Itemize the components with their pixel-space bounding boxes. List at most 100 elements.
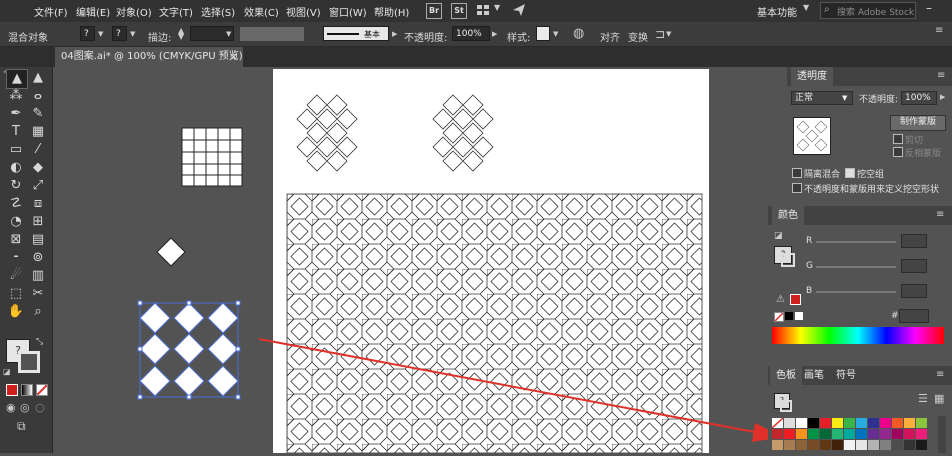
direct-selection-tool-icon[interactable]: ▲: [28, 69, 48, 87]
menu-effect[interactable]: 效果(C): [244, 4, 279, 19]
chevron-right-icon[interactable]: ▶: [940, 93, 945, 101]
opacity-field[interactable]: 100%: [452, 26, 490, 41]
menu-select[interactable]: 选择(S): [201, 4, 235, 19]
zoom-tool-icon[interactable]: ⌕: [28, 303, 48, 321]
rotate-tool-icon[interactable]: ↻: [6, 177, 26, 195]
clip-checkbox[interactable]: [893, 134, 903, 144]
menu-view[interactable]: 视图(V): [286, 4, 321, 19]
swatch[interactable]: [784, 418, 795, 428]
pattern-tile-left[interactable]: [296, 94, 358, 172]
brush-definition[interactable]: 基本: [323, 26, 389, 41]
swatch[interactable]: [820, 418, 831, 428]
paintbrush-icon[interactable]: ⁄: [28, 141, 48, 159]
document-tab[interactable]: 04图案.ai* @ 100% (CMYK/GPU 预览) ×: [55, 47, 243, 67]
workspace-switcher[interactable]: 基本功能: [757, 4, 797, 19]
bridge-button[interactable]: Br: [426, 3, 442, 19]
swatch[interactable]: [784, 440, 795, 450]
make-mask-button[interactable]: 制作蒙版: [890, 115, 946, 131]
list-view-icon[interactable]: ☰: [918, 392, 928, 405]
color-spectrum[interactable]: [772, 327, 944, 344]
swatch[interactable]: [832, 418, 843, 428]
menu-file[interactable]: 文件(F): [34, 4, 68, 19]
paper-plane-icon[interactable]: [512, 3, 526, 17]
opacity-mask-knockout-checkbox[interactable]: [792, 183, 802, 193]
diamond-shape[interactable]: [156, 237, 186, 267]
swatch[interactable]: [772, 418, 783, 428]
stroke-color-box[interactable]: [781, 253, 795, 267]
chevron-down-icon[interactable]: ▼: [226, 30, 231, 38]
swatch[interactable]: [904, 418, 915, 428]
menu-type[interactable]: 文字(T): [159, 4, 193, 19]
swatch[interactable]: [844, 440, 855, 450]
panel-menu-icon[interactable]: ≡: [936, 369, 944, 380]
draw-behind-icon[interactable]: ◎: [20, 401, 30, 414]
swap-fill-stroke-icon[interactable]: ⤡: [36, 337, 43, 347]
stroke-color-dropdown[interactable]: ?: [112, 26, 127, 41]
chevron-down-icon[interactable]: ▼: [666, 30, 671, 38]
pen-tool-icon[interactable]: ✒: [6, 105, 26, 123]
chevron-down-icon[interactable]: ▼: [98, 30, 103, 38]
swatch[interactable]: [868, 418, 879, 428]
blend-mode-dropdown[interactable]: 正常 ▼: [791, 91, 853, 105]
perspective-grid-icon[interactable]: ⊞: [28, 213, 48, 231]
swatch[interactable]: [856, 418, 867, 428]
draw-normal-icon[interactable]: ◉: [6, 401, 16, 414]
swatch[interactable]: [904, 440, 915, 450]
shaper-tool-icon[interactable]: ◐: [6, 159, 26, 177]
thumbnail-view-icon[interactable]: ▦: [934, 392, 944, 405]
swatch[interactable]: [916, 429, 927, 439]
fill-dropdown[interactable]: ?: [80, 26, 95, 41]
menu-edit[interactable]: 编辑(E): [76, 4, 110, 19]
chevron-down-icon[interactable]: ▼: [494, 3, 500, 12]
swatch[interactable]: [892, 429, 903, 439]
align-button[interactable]: 对齐: [600, 29, 620, 44]
swatch[interactable]: [904, 429, 915, 439]
slice-tool-icon[interactable]: ✂: [28, 285, 48, 303]
g-slider[interactable]: [816, 266, 896, 268]
swatch[interactable]: [892, 418, 903, 428]
hand-tool-icon[interactable]: ✋: [6, 303, 26, 321]
curvature-tool-icon[interactable]: ✎: [28, 105, 48, 123]
selection-tool-icon[interactable]: ▲: [6, 69, 28, 89]
hex-field[interactable]: [899, 309, 929, 323]
swatch[interactable]: [844, 429, 855, 439]
gradient-mode-button[interactable]: [21, 384, 33, 396]
magic-wand-icon[interactable]: ⁂: [6, 87, 26, 105]
swatch[interactable]: [796, 429, 807, 439]
recolor-artwork-icon[interactable]: ◍: [573, 26, 584, 41]
swatch[interactable]: [820, 429, 831, 439]
minimize-icon[interactable]: –: [926, 1, 932, 15]
chevron-down-icon[interactable]: ▼: [803, 3, 809, 12]
swatch[interactable]: [856, 429, 867, 439]
panel-menu-icon[interactable]: ≡: [936, 209, 944, 220]
swatch[interactable]: [832, 429, 843, 439]
swatch[interactable]: [832, 440, 843, 450]
none-swatch[interactable]: [774, 312, 784, 322]
warp-tool-icon[interactable]: ☡: [6, 195, 26, 213]
none-mode-button[interactable]: [36, 384, 48, 396]
free-transform-icon[interactable]: ⧈: [28, 195, 48, 213]
opacity-field[interactable]: 100%: [901, 91, 937, 105]
menu-help[interactable]: 帮助(H): [374, 4, 409, 19]
swatch[interactable]: [916, 440, 927, 450]
swatch[interactable]: [916, 418, 927, 428]
swatch[interactable]: [796, 418, 807, 428]
menu-object[interactable]: 对象(O): [116, 4, 152, 19]
graphic-style-swatch[interactable]: [536, 26, 550, 41]
color-tab[interactable]: 颜色: [772, 206, 804, 225]
swatch[interactable]: [880, 429, 891, 439]
b-value-field[interactable]: [901, 284, 927, 298]
chevron-right-icon[interactable]: ▶: [492, 30, 497, 38]
eraser-icon[interactable]: ◆: [28, 159, 48, 177]
knockout-group-checkbox[interactable]: [845, 168, 855, 178]
default-colors-icon[interactable]: ◪: [774, 231, 783, 241]
stroke-color-box[interactable]: [18, 351, 40, 373]
stock-button[interactable]: St: [451, 3, 467, 19]
r-value-field[interactable]: [901, 234, 927, 248]
close-icon[interactable]: ×: [229, 47, 238, 67]
eyedropper-icon[interactable]: ⁃: [6, 249, 26, 267]
swatch[interactable]: [772, 429, 783, 439]
search-input[interactable]: 搜索 Adobe Stock: [837, 5, 914, 18]
swatch[interactable]: [880, 418, 891, 428]
swatch[interactable]: [808, 440, 819, 450]
